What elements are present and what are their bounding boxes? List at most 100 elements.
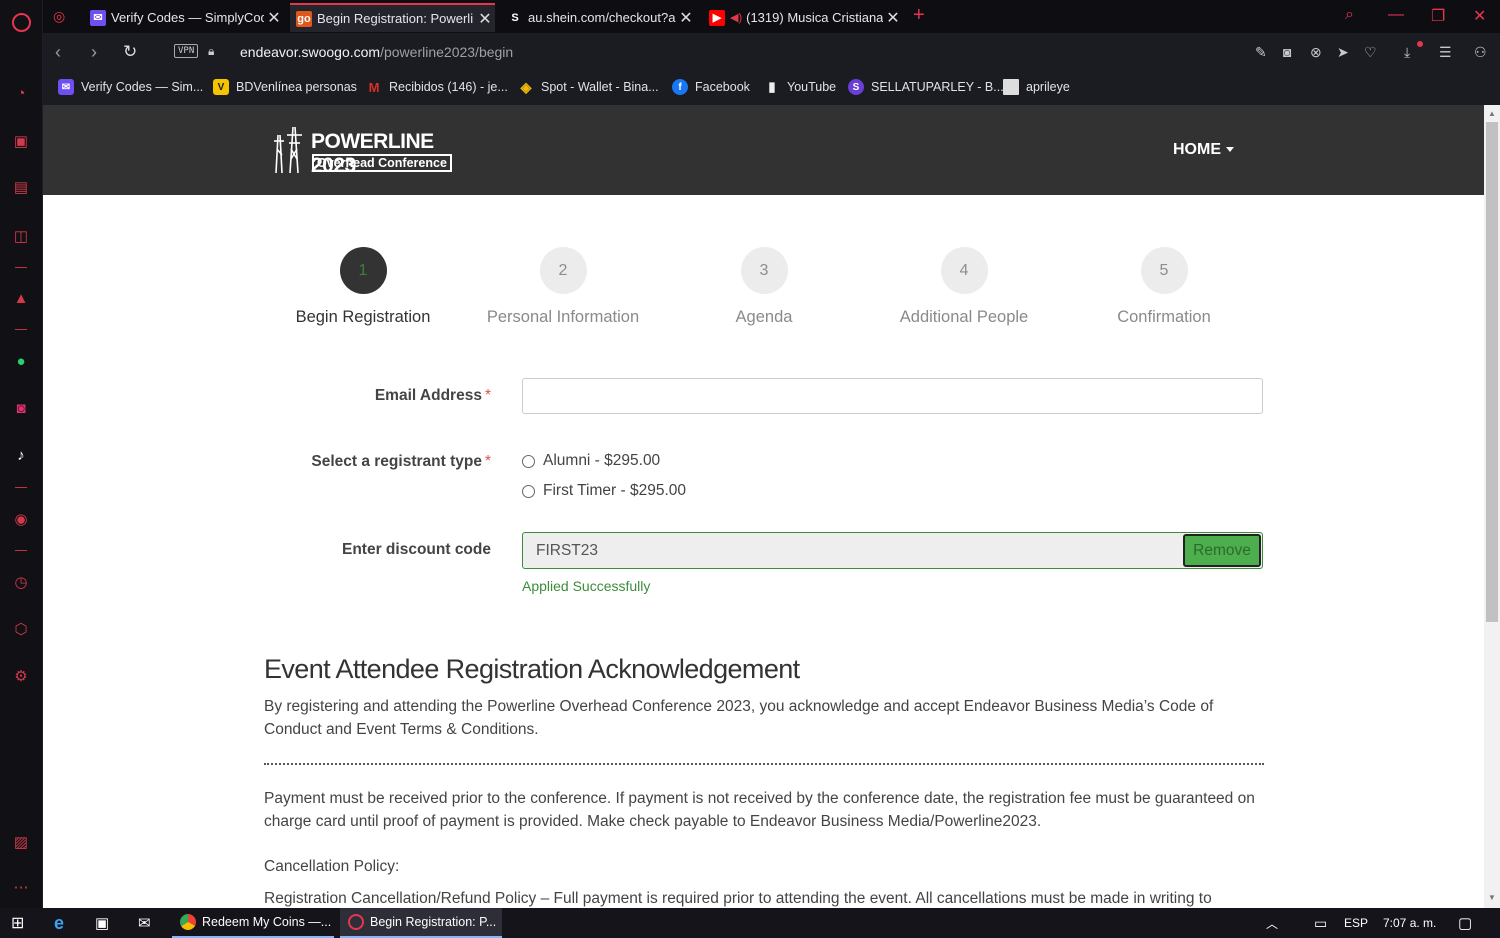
network-icon[interactable]: ▭	[1314, 908, 1327, 938]
aria-icon[interactable]: ▲	[11, 288, 31, 308]
clock[interactable]: 7:07 a. m.	[1383, 908, 1436, 938]
bookmark-label: Spot - Wallet - Bina...	[541, 80, 659, 94]
close-tab-icon[interactable]: ✕	[475, 9, 495, 29]
home-menu-label: HOME	[1173, 141, 1221, 158]
bookmark-verify-codes[interactable]: ✉ Verify Codes — Sim...	[58, 79, 203, 95]
close-window-icon[interactable]: ✕	[1473, 6, 1486, 26]
url-field[interactable]: endeavor.swoogo.com/powerline2023/begin	[240, 44, 513, 60]
whatsapp-icon[interactable]: ●	[11, 351, 31, 371]
cancellation-policy-text: Registration Cancellation/Refund Policy …	[264, 890, 1212, 907]
taskbar-chrome-app[interactable]: Redeem My Coins —...	[172, 908, 334, 938]
bookmark-aprileye[interactable]: aprileye	[1003, 79, 1070, 95]
youtube-favicon-icon: ▶	[709, 9, 725, 26]
sidebar-divider	[15, 267, 27, 268]
twitch-icon[interactable]: ▤	[11, 177, 31, 197]
tab-shein-checkout[interactable]: S au.shein.com/checkout?aut ✕	[501, 3, 696, 32]
scrollbar-thumb[interactable]	[1486, 122, 1498, 622]
adblock-icon[interactable]: ⊗	[1310, 44, 1322, 61]
easy-setup-icon[interactable]: ☰	[1439, 44, 1452, 61]
radio-first-timer[interactable]: First Timer - $295.00	[522, 482, 686, 500]
reload-icon[interactable]: ↻	[123, 42, 137, 62]
tab-strip: ◎ ✉ Verify Codes — SimplyCod ✕ go Begin …	[43, 0, 1500, 33]
binance-icon: ◈	[520, 78, 532, 95]
heart-icon[interactable]: ♡	[1364, 44, 1377, 61]
cube-icon[interactable]: ⬡	[11, 619, 31, 639]
step-number: 4	[940, 247, 988, 294]
tab-begin-registration[interactable]: go Begin Registration: Powerli ✕	[290, 3, 495, 32]
bookmark-sellatuparley[interactable]: S SELLATUPARLEY - B...	[848, 79, 1004, 95]
lock-icon[interactable]: 🔒︎	[208, 44, 214, 59]
speaker-icon[interactable]: ◀)	[730, 11, 742, 24]
download-icon[interactable]: ⤓	[1404, 44, 1410, 61]
tray-chevron-up-icon[interactable]: ︿	[1266, 908, 1278, 938]
scroll-down-icon[interactable]: ▼	[1488, 893, 1496, 902]
opera-sidebar: ◔ ▣ ▤ ◫ ▲ ● ◙ ♪ ◉ ◷ ⬡ ⚙ ▨ ⋯	[0, 0, 43, 908]
step-label: Personal Information	[486, 308, 640, 326]
step-confirmation: 5 Confirmation	[1064, 247, 1264, 327]
aprileye-icon	[1003, 79, 1019, 95]
sellatuparley-icon: S	[848, 79, 864, 95]
notifications-icon[interactable]: ▢	[1458, 908, 1472, 938]
instagram-icon[interactable]: ◙	[11, 398, 31, 418]
store-icon[interactable]: ▣	[95, 908, 109, 938]
gamepad-icon[interactable]: ◎	[53, 8, 65, 25]
step-number: 2	[539, 247, 587, 294]
close-tab-icon[interactable]: ✕	[883, 8, 903, 28]
bookmark-binance[interactable]: ◈ Spot - Wallet - Bina...	[518, 79, 659, 95]
bookmark-gmail[interactable]: M Recibidos (146) - je...	[366, 79, 508, 95]
download-notification-dot	[1417, 41, 1423, 47]
new-tab-plus-icon[interactable]: +	[913, 4, 925, 27]
simplycodes-icon: ✉	[58, 79, 74, 95]
edit-page-icon[interactable]: ✎	[1255, 44, 1267, 61]
acknowledgement-title: Event Attendee Registration Acknowledgem…	[264, 654, 800, 684]
forward-icon[interactable]: ›	[91, 42, 97, 63]
taskbar-opera-app[interactable]: Begin Registration: P...	[340, 908, 502, 938]
email-input[interactable]	[522, 378, 1263, 414]
radio-alumni[interactable]: Alumni - $295.00	[522, 452, 660, 470]
page-scrollbar[interactable]: ▲ ▼	[1484, 105, 1500, 908]
history-icon[interactable]: ◷	[11, 572, 31, 592]
language-indicator[interactable]: ESP	[1344, 908, 1368, 938]
send-icon[interactable]: ➤	[1337, 44, 1349, 61]
tiktok-icon[interactable]: ♪	[11, 445, 31, 465]
scroll-up-icon[interactable]: ▲	[1488, 109, 1496, 118]
step-number: 3	[740, 247, 788, 294]
vpn-badge[interactable]: VPN	[174, 44, 199, 58]
powerline-logo[interactable]: POWERLINE 2023 Overhead Conference	[268, 125, 468, 177]
shopping-bag-icon[interactable]: ▣	[11, 131, 31, 151]
taskbar-app-label: Begin Registration: P...	[370, 915, 497, 929]
snapshot-icon[interactable]: ◙	[1283, 44, 1291, 60]
registrant-type-label: Select a registrant type *	[311, 453, 491, 471]
discount-code-field[interactable]: FIRST23 Remove	[522, 532, 1263, 569]
more-icon[interactable]: ⋯	[11, 877, 31, 897]
gmail-icon: M	[368, 79, 380, 95]
radio-label: Alumni - $295.00	[543, 452, 661, 469]
remove-discount-button[interactable]: Remove	[1183, 534, 1261, 567]
minimize-icon[interactable]: —	[1388, 6, 1404, 24]
search-tabs-icon[interactable]: ⌕	[1345, 6, 1354, 24]
windows-start-icon[interactable]: ⊞	[11, 908, 24, 938]
tab-youtube-music[interactable]: ▶ ◀) (1319) Musica Cristiana ✕	[703, 3, 903, 32]
extensions-icon[interactable]: ◫	[11, 226, 31, 246]
close-tab-icon[interactable]: ✕	[676, 8, 696, 28]
bookmark-facebook[interactable]: f Facebook	[672, 79, 750, 95]
radio-button[interactable]	[522, 454, 535, 468]
mail-icon[interactable]: ✉	[138, 908, 151, 938]
edge-icon[interactable]: e	[54, 908, 64, 938]
tab-verify-codes[interactable]: ✉ Verify Codes — SimplyCod ✕	[84, 3, 284, 32]
opera-logo-icon[interactable]	[11, 12, 31, 32]
settings-icon[interactable]: ⚙	[11, 666, 31, 686]
gallery-icon[interactable]: ▨	[11, 832, 31, 852]
speed-dial-icon[interactable]: ◔	[11, 83, 31, 103]
back-icon[interactable]: ‹	[55, 42, 61, 63]
bookmark-youtube[interactable]: ▮ YouTube	[764, 79, 836, 95]
radio-button[interactable]	[522, 484, 535, 498]
home-menu[interactable]: HOME	[1173, 141, 1234, 159]
bookmark-bdvenlinea[interactable]: V BDVenlínea personas	[213, 79, 357, 95]
player-icon[interactable]: ◉	[11, 509, 31, 529]
profile-icon[interactable]: ⚇	[1474, 44, 1487, 61]
close-tab-icon[interactable]: ✕	[264, 8, 284, 28]
step-additional-people: 4 Additional People	[864, 247, 1064, 327]
address-bar: ‹ › ↻ VPN 🔒︎ endeavor.swoogo.com/powerli…	[43, 33, 1500, 71]
restore-icon[interactable]: ❐	[1431, 6, 1445, 26]
